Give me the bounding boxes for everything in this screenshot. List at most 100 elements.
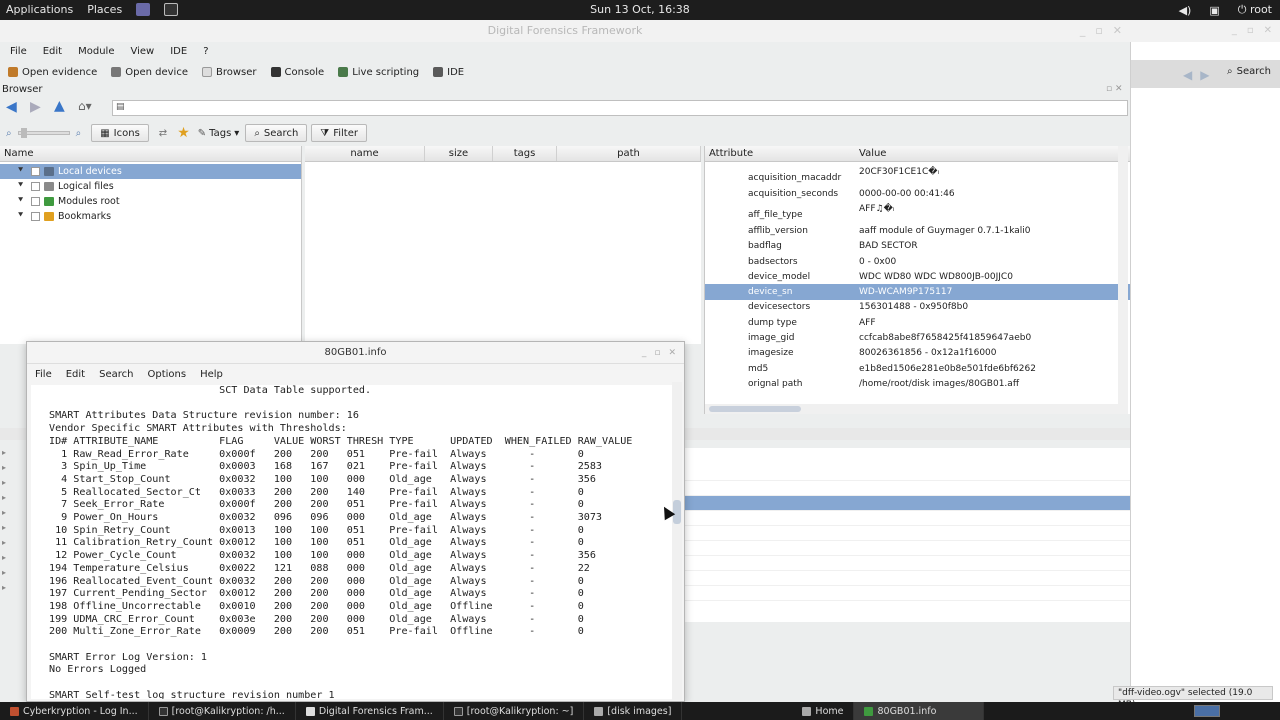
checkbox[interactable] xyxy=(31,182,40,191)
forward-arrow-icon[interactable]: ▶ xyxy=(1200,68,1209,82)
search-button[interactable]: ⌕ Search xyxy=(245,124,308,142)
checkbox[interactable] xyxy=(31,197,40,206)
attribute-row[interactable]: orignal path/home/root/disk images/80GB0… xyxy=(705,376,1130,391)
menu-view[interactable]: View xyxy=(130,46,154,57)
list-item[interactable] xyxy=(685,556,1130,571)
scrollbar-handle[interactable] xyxy=(709,406,801,412)
minimize-icon[interactable]: _ xyxy=(1232,20,1237,42)
browser-button[interactable]: Browser xyxy=(201,67,257,78)
attribute-row[interactable]: devicesectors 156301488 - 0x950f8b0 xyxy=(705,300,1130,315)
zoom-out-icon[interactable]: ⌕ xyxy=(6,128,12,139)
column-path[interactable]: path xyxy=(557,146,701,161)
workspace-switcher[interactable] xyxy=(1194,705,1220,717)
path-field[interactable]: ▤ xyxy=(112,100,1128,116)
home-icon[interactable]: ⌂▾ xyxy=(78,99,92,113)
menu-help[interactable]: Help xyxy=(200,369,223,380)
expand-icon[interactable]: ⯆ xyxy=(17,179,24,194)
attribute-row-selected[interactable]: device_sn WD-WCAM9P175117 xyxy=(705,284,1130,300)
tree-item-logical-files[interactable]: ⯆ Logical files xyxy=(0,179,301,194)
taskbar-item-dff[interactable]: Digital Forensics Fram... xyxy=(296,702,444,720)
menu-file[interactable]: File xyxy=(35,369,52,380)
expand-icon[interactable]: ⯆ xyxy=(17,209,24,224)
forward-arrow-icon[interactable]: ▶ xyxy=(30,99,41,115)
attribute-row[interactable]: image_gid ccfcab8abe8f7658425f41859647aeb… xyxy=(705,330,1130,345)
list-item[interactable] xyxy=(685,466,1130,481)
column-value[interactable]: Value xyxy=(855,146,886,161)
live-scripting-button[interactable]: Live scripting xyxy=(338,67,419,78)
close-icon[interactable]: ✕ xyxy=(1264,20,1272,42)
text-area[interactable]: SCT Data Table supported. SMART Attribut… xyxy=(31,385,674,699)
console-button[interactable]: Console xyxy=(270,67,324,78)
attribute-row[interactable]: badflag BAD SECTOR xyxy=(705,239,1130,254)
expand-icon[interactable]: ⯆ xyxy=(17,164,24,179)
tree-header[interactable]: Name xyxy=(0,146,301,162)
close-icon[interactable]: ✕ xyxy=(1113,20,1122,42)
list-item[interactable] xyxy=(685,526,1130,541)
taskbar-item-80gb01-info[interactable]: 80GB01.info xyxy=(854,702,985,720)
tree-item-modules-root[interactable]: ⯆ Modules root xyxy=(0,194,301,209)
attribute-row[interactable]: acquisition_seconds 0000-00-00 00:41:46 xyxy=(705,186,1130,201)
network-icon[interactable]: ▣ xyxy=(1209,4,1219,17)
zoom-slider-handle[interactable] xyxy=(20,128,27,138)
menu-edit[interactable]: Edit xyxy=(43,46,62,57)
minimize-icon[interactable]: _ xyxy=(1080,20,1086,42)
menu-edit[interactable]: Edit xyxy=(66,369,85,380)
text-vertical-scrollbar[interactable] xyxy=(672,382,682,700)
list-item-selected[interactable] xyxy=(685,496,1130,511)
attribute-vertical-scrollbar[interactable] xyxy=(1118,146,1128,414)
filter-button[interactable]: ⧩ Filter xyxy=(311,124,367,142)
zoom-in-icon[interactable]: ⌕ xyxy=(76,128,82,139)
list-item[interactable] xyxy=(685,511,1130,526)
tree-item-bookmarks[interactable]: ⯆ Bookmarks xyxy=(0,209,301,224)
menu-help[interactable]: ? xyxy=(203,46,208,57)
minimize-icon[interactable]: _ xyxy=(642,342,647,364)
search-button[interactable]: ⌕ Search xyxy=(1227,66,1271,77)
attribute-row[interactable]: device_model WDC WD80 WDC WD800JB-00JJC0 xyxy=(705,269,1130,284)
taskbar-item-home[interactable]: Home xyxy=(682,702,855,720)
attribute-horizontal-scrollbar[interactable] xyxy=(705,404,1119,414)
open-evidence-button[interactable]: Open evidence xyxy=(8,67,97,78)
column-attribute[interactable]: Attribute xyxy=(705,146,855,161)
maximize-icon[interactable]: ▫ xyxy=(1247,20,1254,42)
tags-button[interactable]: ✎ Tags ▾ xyxy=(198,128,240,139)
up-arrow-icon[interactable]: ▲ xyxy=(54,98,65,114)
attribute-row[interactable]: md5 e1b8ed1506e281e0b8e501fde6bf6262 xyxy=(705,361,1130,376)
column-size[interactable]: size xyxy=(425,146,493,161)
checkbox[interactable] xyxy=(31,212,40,221)
smart-info-text[interactable]: SCT Data Table supported. SMART Attribut… xyxy=(31,385,674,699)
clock[interactable]: Sun 13 Oct, 16:38 xyxy=(590,3,690,16)
close-icon[interactable]: ✕ xyxy=(668,342,676,364)
back-arrow-icon[interactable]: ◀ xyxy=(1183,68,1192,82)
user-menu[interactable]: ⏻ root xyxy=(1238,3,1272,17)
column-name[interactable]: name xyxy=(305,146,425,161)
zoom-slider[interactable] xyxy=(17,128,70,138)
attribute-row[interactable]: afflib_version aaff module of Guymager 0.… xyxy=(705,223,1130,238)
attribute-row[interactable]: acquisition_macaddr 20CF30F1CE1C�ᵢ xyxy=(705,164,1130,186)
maximize-icon[interactable]: ▫ xyxy=(1095,20,1102,42)
attributes-icon[interactable]: ⇄ xyxy=(159,128,167,139)
tree-item-local-devices[interactable]: ⯆ Local devices xyxy=(0,164,301,179)
attribute-row[interactable]: imagesize 80026361856 - 0x12a1f16000 xyxy=(705,346,1130,361)
attribute-row[interactable]: badsectors 0 - 0x00 xyxy=(705,254,1130,269)
back-arrow-icon[interactable]: ◀ xyxy=(6,99,17,115)
attribute-row[interactable]: aff_file_type AFF♫�ᵢ xyxy=(705,201,1130,223)
bookmark-star-icon[interactable]: ★ xyxy=(177,125,190,141)
list-item[interactable] xyxy=(685,586,1130,601)
menu-file[interactable]: File xyxy=(10,46,27,57)
expand-icon[interactable]: ⯆ xyxy=(17,194,24,209)
open-device-button[interactable]: Open device xyxy=(111,67,188,78)
menu-ide[interactable]: IDE xyxy=(170,46,187,57)
taskbar-item-login[interactable]: Cyberkryption - Log In... xyxy=(0,702,149,720)
menu-module[interactable]: Module xyxy=(78,46,114,57)
taskbar-item-terminal-2[interactable]: [root@Kalikryption: ~] xyxy=(444,702,585,720)
menu-search[interactable]: Search xyxy=(99,369,133,380)
menu-options[interactable]: Options xyxy=(147,369,186,380)
taskbar-item-terminal-1[interactable]: [root@Kalikryption: /h... xyxy=(149,702,296,720)
list-item[interactable] xyxy=(685,541,1130,556)
checkbox[interactable] xyxy=(31,167,40,176)
list-item[interactable] xyxy=(685,571,1130,586)
column-tags[interactable]: tags xyxy=(493,146,557,161)
volume-icon[interactable]: ◀) xyxy=(1179,4,1192,17)
maximize-icon[interactable]: ▫ xyxy=(654,342,660,364)
attribute-row[interactable]: dump type AFF xyxy=(705,315,1130,330)
